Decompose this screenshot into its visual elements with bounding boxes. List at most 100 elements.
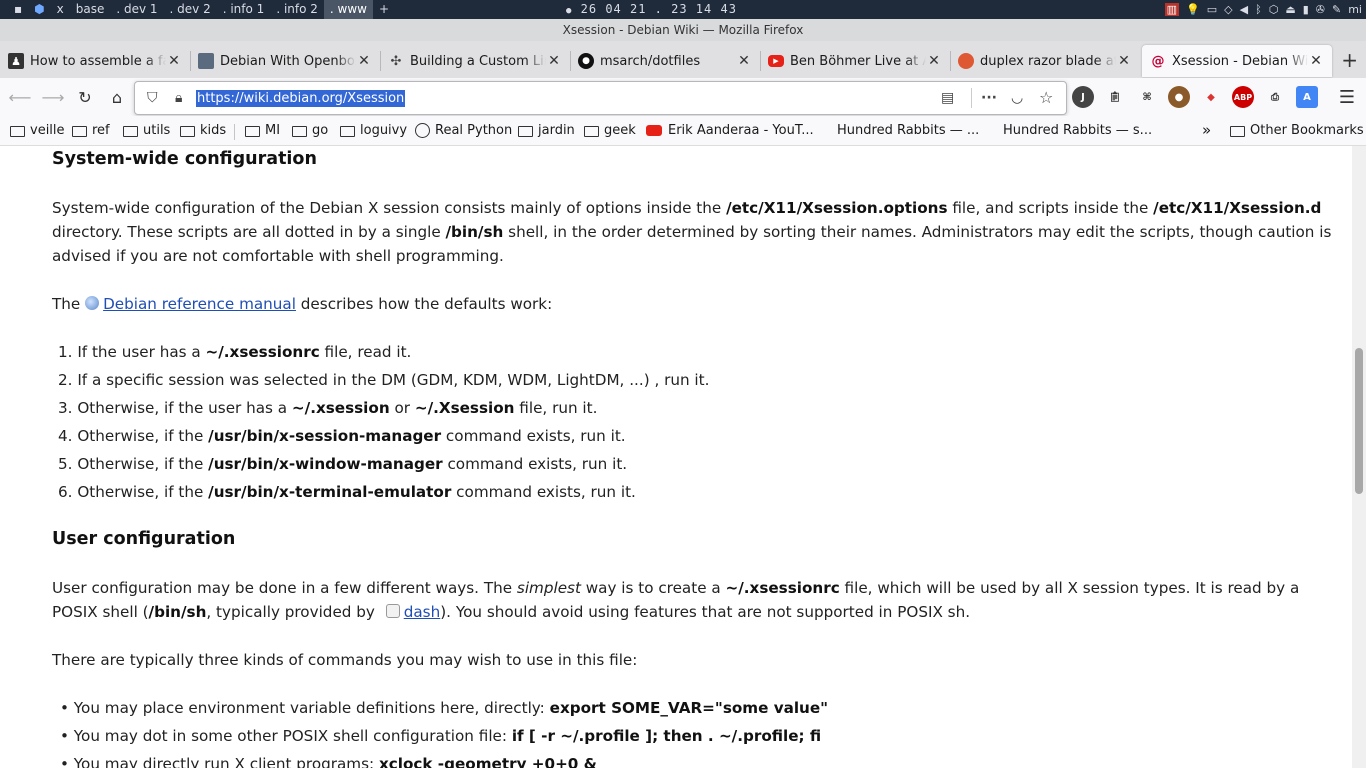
close-tab-icon[interactable]: ✕ <box>356 53 372 69</box>
tray-app-icon[interactable]: ▥ <box>1164 3 1180 16</box>
workspace-add[interactable]: + <box>373 0 395 19</box>
bookmark-utils[interactable]: utils <box>123 123 170 138</box>
bookmark-hundred-rabbits-2[interactable]: Hundred Rabbits — s... <box>1003 123 1152 138</box>
ext-translate-icon[interactable]: A <box>1296 86 1318 108</box>
folder-icon <box>1230 126 1245 137</box>
tray-user[interactable]: mi <box>1348 3 1362 16</box>
more-bookmarks-chevron-icon[interactable]: » <box>1202 121 1211 139</box>
scrollbar-thumb[interactable] <box>1355 348 1363 494</box>
bookmark-hundred-rabbits-1[interactable]: Hundred Rabbits — ... <box>837 123 979 138</box>
bookmark-mi[interactable]: MI <box>245 123 280 138</box>
pocket-icon[interactable]: ◡ <box>1011 90 1023 106</box>
forward-icon[interactable]: ⟶ <box>42 86 65 108</box>
list-item: 1. If the user has a ~/.xsessionrc file,… <box>58 343 412 361</box>
tray-volume-icon[interactable]: ◀ <box>1240 3 1248 16</box>
system-panel: ▪ ⬢ x base . dev 1 . dev 2 . info 1 . in… <box>0 0 1366 19</box>
close-tab-icon[interactable]: ✕ <box>1116 53 1132 69</box>
lock-icon[interactable]: 🔒︎ <box>175 90 182 106</box>
close-tab-icon[interactable]: ✕ <box>166 53 182 69</box>
bookmark-erik-aanderaa[interactable]: Erik Aanderaa - YouT... <box>646 123 814 138</box>
bookmark-jardin[interactable]: jardin <box>518 123 575 138</box>
reader-view-icon[interactable]: ▤ <box>941 90 954 106</box>
tray-pen-icon[interactable]: ✎ <box>1332 3 1341 16</box>
reload-icon[interactable]: ↻ <box>74 86 96 108</box>
paragraph-user-config: User configuration may be done in a few … <box>52 579 1300 621</box>
folder-icon <box>72 126 87 137</box>
bookmark-real-python[interactable]: Real Python <box>415 123 512 138</box>
bookmark-go[interactable]: go <box>292 123 328 138</box>
home-icon[interactable]: ⌂ <box>106 86 128 108</box>
youtube-icon <box>646 125 662 136</box>
url-bar[interactable]: ⛉ 🔒︎ https://wiki.debian.org/Xsession ▤ … <box>134 81 1067 115</box>
page-content: System-wide configuration System-wide co… <box>0 146 1352 768</box>
panel-shield-icon[interactable]: ⬢ <box>28 0 50 19</box>
folder-icon <box>123 126 138 137</box>
tray-battery-icon[interactable]: ▮ <box>1303 3 1309 16</box>
workspace-dev2[interactable]: . dev 2 <box>164 0 217 19</box>
tray-dropbox-icon[interactable]: ◇ <box>1224 3 1232 16</box>
paragraph-reference: The Debian reference manual describes ho… <box>52 295 553 313</box>
url-text[interactable]: https://wiki.debian.org/Xsession <box>196 90 406 107</box>
ext-link-icon[interactable]: ⌘ <box>1136 86 1158 108</box>
bookmark-loguivy[interactable]: loguivy <box>340 123 407 138</box>
bookmark-kids[interactable]: kids <box>180 123 226 138</box>
back-icon[interactable]: ⟵ <box>9 86 32 108</box>
new-tab-icon[interactable]: + <box>1341 48 1358 72</box>
workspace-www[interactable]: . www <box>323 0 373 19</box>
ext-cookie-icon[interactable]: ● <box>1168 86 1190 108</box>
tab-custom-linux[interactable]: ✣ Building a Custom Lin ✕ <box>380 45 571 77</box>
close-tab-icon[interactable]: ✕ <box>546 53 562 69</box>
ext-eraser-icon[interactable]: ◆ <box>1200 86 1222 108</box>
tray-eject-icon[interactable]: ⏏ <box>1285 3 1295 16</box>
page-scrollbar[interactable] <box>1352 146 1366 768</box>
tray-bluetooth-icon[interactable]: ᛒ <box>1255 3 1262 16</box>
tray-bulb-icon[interactable]: 💡 <box>1186 3 1200 16</box>
ext-clipboard-icon[interactable]: 📋︎ <box>1104 86 1126 108</box>
tab-ben-bohmer[interactable]: ▶ Ben Böhmer Live at An ✕ <box>760 45 951 77</box>
bookmark-geek[interactable]: geek <box>584 123 636 138</box>
adblock-icon[interactable]: ABP <box>1232 86 1254 108</box>
tab-xsession[interactable]: @ Xsession - Debian Wik ✕ <box>1142 45 1332 77</box>
tab-fat-assemble[interactable]: ♟ How to assemble a fat ✕ <box>0 45 191 77</box>
link-dash[interactable]: dash <box>404 603 441 621</box>
folder-icon <box>340 126 355 137</box>
list-item: • You may dot in some other POSIX shell … <box>60 727 822 745</box>
list-item: • You may directly run X client programs… <box>60 752 597 768</box>
page-actions-icon[interactable]: ··· <box>981 90 997 106</box>
ext-printer-icon[interactable]: ⎙ <box>1264 86 1286 108</box>
github-favicon-icon: ● <box>578 53 594 69</box>
ext-j-icon[interactable]: J <box>1072 86 1094 108</box>
tray-clipboard-icon[interactable]: ▭ <box>1207 3 1217 16</box>
folder-icon <box>292 126 307 137</box>
bookmark-other[interactable]: Other Bookmarks <box>1230 123 1364 138</box>
workspace-info2[interactable]: . info 2 <box>270 0 324 19</box>
tray-network-icon[interactable]: ⬡ <box>1269 3 1279 16</box>
close-tab-icon[interactable]: ✕ <box>926 53 942 69</box>
link-debian-reference-manual[interactable]: Debian reference manual <box>103 295 296 313</box>
bullet-icon: • <box>60 755 69 768</box>
workspace-dev1[interactable]: . dev 1 <box>110 0 163 19</box>
tab-duplex-razor[interactable]: duplex razor blade at ✕ <box>950 45 1140 77</box>
bookmark-star-icon[interactable]: ☆ <box>1039 88 1053 107</box>
panel-clock: ● 26 04 21 . 23 14 43 <box>566 2 737 16</box>
youtube-favicon-icon: ▶ <box>768 55 784 67</box>
workspace-info1[interactable]: . info 1 <box>217 0 271 19</box>
tab-msarch-dotfiles[interactable]: ● msarch/dotfiles ✕ <box>570 45 761 77</box>
panel-menu-icon[interactable]: ▪ <box>8 0 28 19</box>
bookmark-veille[interactable]: veille <box>10 123 65 138</box>
extension-icons: J 📋︎ ⌘ ● ◆ ABP ⎙ A <box>1072 86 1318 108</box>
tracking-shield-icon[interactable]: ⛉ <box>147 90 158 106</box>
tray-wifi-icon[interactable]: ✇ <box>1316 3 1325 16</box>
bookmark-ref[interactable]: ref <box>72 123 110 138</box>
workspace-base[interactable]: base <box>70 0 111 19</box>
tab-debian-openbox[interactable]: Debian With Openbox ✕ <box>190 45 381 77</box>
package-icon <box>385 604 400 618</box>
workspace-x[interactable]: x <box>51 0 70 19</box>
list-item: • You may place environment variable def… <box>60 699 829 717</box>
tab-strip: ♟ How to assemble a fat ✕ Debian With Op… <box>0 41 1366 78</box>
hamburger-menu-icon[interactable]: ☰ <box>1336 86 1358 108</box>
close-tab-icon[interactable]: ✕ <box>1308 53 1324 69</box>
close-tab-icon[interactable]: ✕ <box>736 53 752 69</box>
folder-icon <box>584 126 599 137</box>
system-tray: ▥ 💡 ▭ ◇ ◀ ᛒ ⬡ ⏏ ▮ ✇ ✎ mi <box>1164 0 1362 19</box>
